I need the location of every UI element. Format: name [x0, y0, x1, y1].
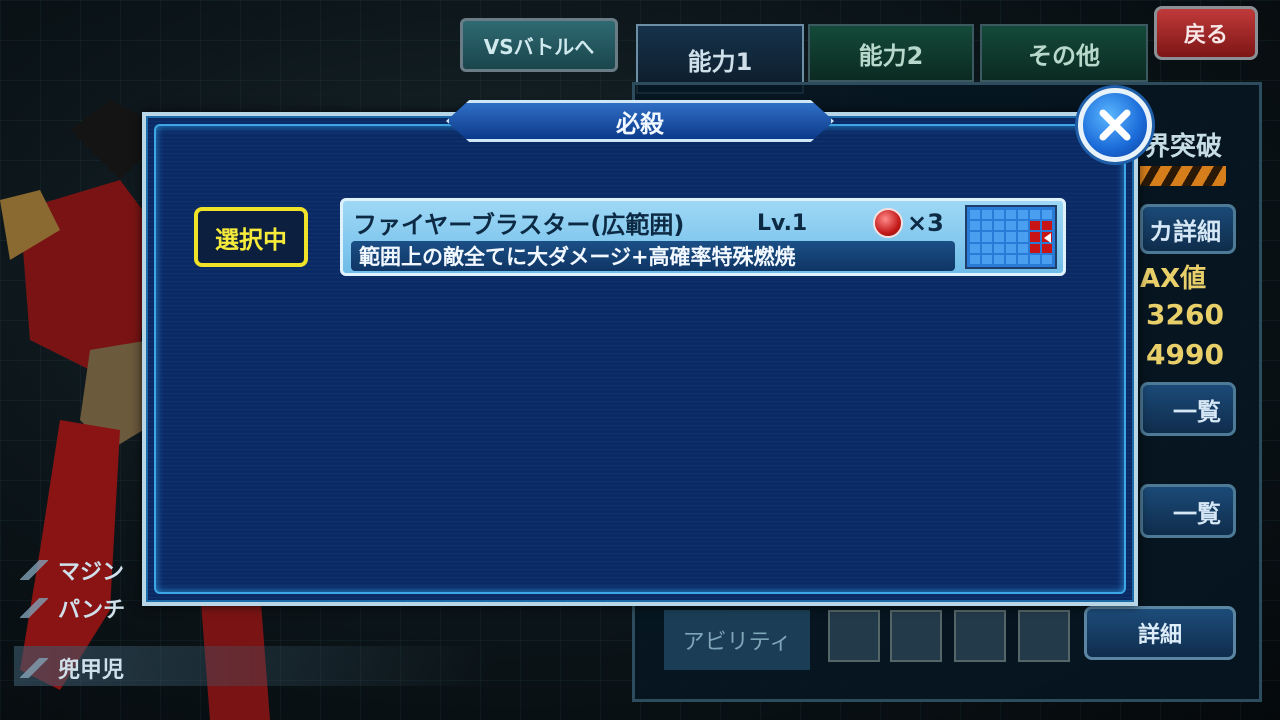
range-cell: [1018, 232, 1028, 242]
skill-description-text: 範囲上の敵全てに大ダメージ+高確率特殊燃焼: [359, 245, 796, 269]
tab-other-label: その他: [1028, 41, 1100, 70]
limit-break-label: 界突破: [1144, 132, 1223, 162]
unit-position-marker-icon: [1044, 233, 1051, 243]
left-label-1: マジン: [20, 554, 124, 586]
range-cell-hit: [1030, 243, 1040, 253]
list-button-2[interactable]: 一覧: [1140, 484, 1236, 538]
range-cell: [970, 232, 980, 242]
fire-element-icon: [873, 208, 903, 238]
dialog-title: 必殺: [446, 100, 834, 142]
range-cell: [1030, 254, 1040, 264]
range-cell-hit: [1042, 221, 1052, 231]
range-cell: [1018, 221, 1028, 231]
tab-ability-2-label: 能力2: [858, 41, 924, 70]
tab-ability-1-label: 能力1: [687, 47, 753, 76]
range-cell: [1042, 210, 1052, 220]
selected-badge: 選択中: [194, 207, 308, 267]
stat-value-2: 4990: [1146, 338, 1224, 371]
range-cell: [970, 221, 980, 231]
range-cell: [1006, 221, 1016, 231]
range-cell: [1006, 232, 1016, 242]
back-button[interactable]: 戻る: [1154, 6, 1258, 60]
range-cell-hit: [1042, 243, 1052, 253]
range-cell: [970, 243, 980, 253]
ability-label: アビリティ: [682, 630, 792, 655]
ability-detail-label: 詳細: [1137, 623, 1182, 648]
character-name: 兜甲児: [20, 652, 124, 684]
range-cell: [994, 232, 1004, 242]
special-move-dialog: [142, 112, 1138, 606]
ability-armor-icon[interactable]: [890, 610, 942, 662]
range-cell: [982, 221, 992, 231]
attack-range-grid: [965, 205, 1057, 269]
left-label-2: パンチ: [20, 592, 125, 624]
ability-attack-up-icon[interactable]: [828, 610, 880, 662]
range-cell-hit: [1030, 221, 1040, 231]
ability-lightning-icon[interactable]: [954, 610, 1006, 662]
range-cell-hit: [1030, 232, 1040, 242]
range-cell: [970, 254, 980, 264]
range-cell: [1018, 254, 1028, 264]
range-cell: [1018, 210, 1028, 220]
power-detail-label: カ詳細: [1149, 217, 1221, 246]
range-cell: [970, 210, 980, 220]
back-label: 戻る: [1183, 23, 1228, 48]
range-cell: [994, 221, 1004, 231]
dialog-title-text: 必殺: [616, 109, 664, 138]
range-cell: [982, 254, 992, 264]
stat-value-1: 3260: [1146, 298, 1224, 331]
range-cell: [1006, 254, 1016, 264]
close-button[interactable]: [1078, 88, 1152, 162]
close-icon: [1099, 109, 1131, 141]
left-label-1-text: マジン: [58, 560, 125, 585]
range-cell: [982, 210, 992, 220]
skill-card[interactable]: ファイヤーブラスター(広範囲) Lv.1 ×3 範囲上の敵全てに大ダメージ+高確…: [340, 198, 1066, 276]
chevron-icon: [20, 658, 48, 678]
range-cell: [1042, 254, 1052, 264]
range-cell: [994, 210, 1004, 220]
vs-battle-label: VSバトルへ: [483, 34, 595, 59]
list-button-1-label: 一覧: [1173, 397, 1221, 426]
limit-break-gauge: [1140, 166, 1226, 186]
chevron-icon: [20, 560, 48, 580]
vs-battle-button[interactable]: VSバトルへ: [460, 18, 618, 72]
range-cell: [994, 254, 1004, 264]
range-cell: [1030, 210, 1040, 220]
chevron-icon: [20, 598, 48, 618]
character-name-text: 兜甲児: [58, 658, 125, 683]
selected-badge-text: 選択中: [215, 225, 287, 254]
ability-sword-heart-icon[interactable]: [1018, 610, 1070, 662]
range-cell: [982, 232, 992, 242]
range-cell: [1018, 243, 1028, 253]
range-cell: [982, 243, 992, 253]
max-value-label: AX値: [1140, 264, 1207, 294]
dialog-inner-frame: [154, 124, 1126, 594]
skill-level: Lv.1: [757, 211, 808, 236]
range-cell: [994, 243, 1004, 253]
power-detail-button[interactable]: カ詳細: [1140, 204, 1236, 254]
left-label-2-text: パンチ: [58, 598, 126, 623]
list-button-1[interactable]: 一覧: [1140, 382, 1236, 436]
range-cell: [1006, 210, 1016, 220]
ability-label-box: アビリティ: [664, 610, 810, 670]
list-button-2-label: 一覧: [1173, 499, 1221, 528]
skill-description: 範囲上の敵全てに大ダメージ+高確率特殊燃焼: [351, 241, 955, 271]
skill-multiplier: ×3: [907, 209, 944, 237]
skill-name: ファイヤーブラスター(広範囲): [353, 211, 685, 239]
tab-other[interactable]: その他: [980, 24, 1148, 82]
tab-ability-2[interactable]: 能力2: [808, 24, 974, 82]
ability-detail-button[interactable]: 詳細: [1084, 606, 1236, 660]
range-cell: [1006, 243, 1016, 253]
